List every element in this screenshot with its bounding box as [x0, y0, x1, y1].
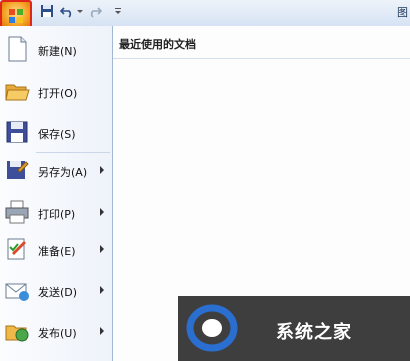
watermark-text: 系统之家: [276, 322, 352, 343]
submenu-arrow-icon: [100, 245, 104, 253]
menu-item-publish[interactable]: 发布(U): [0, 313, 112, 351]
recent-documents-header: 最近使用的文档: [113, 26, 410, 59]
menu-item-save[interactable]: 保存(S): [0, 114, 112, 152]
menu-item-send[interactable]: 发送(D): [0, 272, 112, 310]
menu-item-label: 发送(D): [38, 286, 78, 299]
save-as-icon: [7, 161, 29, 179]
menu-item-open[interactable]: 打开(O): [0, 73, 112, 111]
menu-item-label: 发布(U): [38, 327, 77, 340]
office-menu: 新建(N) 打开(O) 保存(S) 另存为(A) 打印(P) 准备(E) 发送(…: [0, 26, 113, 361]
submenu-arrow-icon: [100, 208, 104, 216]
title-bar: 图: [0, 0, 410, 32]
window-title: 图: [397, 6, 408, 19]
menu-item-label: 新建(N): [38, 45, 77, 58]
new-document-icon: [8, 36, 27, 62]
menu-item-label: 另存为(A): [38, 166, 88, 179]
menu-item-print[interactable]: 打印(P): [0, 194, 112, 232]
undo-dropdown-icon[interactable]: [76, 4, 84, 18]
customize-toolbar-icon[interactable]: [114, 4, 122, 18]
save-icon: [6, 121, 28, 143]
save-icon[interactable]: [40, 4, 54, 18]
recent-documents-title: 最近使用的文档: [119, 38, 196, 51]
menu-item-label: 打印(P): [38, 208, 76, 221]
undo-icon[interactable]: [60, 4, 74, 18]
menu-item-label: 准备(E): [38, 245, 76, 258]
office-logo-icon: [9, 9, 23, 23]
watermark-logo-icon: [186, 304, 238, 352]
watermark: 系统之家: [178, 296, 410, 361]
submenu-arrow-icon: [100, 286, 104, 294]
redo-icon[interactable]: [88, 4, 102, 18]
print-icon: [5, 200, 29, 224]
menu-item-label: 保存(S): [38, 128, 76, 141]
submenu-arrow-icon: [100, 166, 104, 174]
open-folder-icon: [5, 84, 30, 101]
menu-item-save-as[interactable]: 另存为(A): [0, 152, 112, 190]
menu-item-prepare[interactable]: 准备(E): [0, 231, 112, 269]
send-icon: [5, 283, 29, 301]
prepare-icon: [7, 238, 26, 260]
submenu-arrow-icon: [100, 327, 104, 335]
menu-item-new[interactable]: 新建(N): [0, 31, 112, 69]
menu-item-label: 打开(O): [38, 87, 78, 100]
menu-separator: [36, 152, 110, 153]
publish-icon: [5, 325, 29, 342]
